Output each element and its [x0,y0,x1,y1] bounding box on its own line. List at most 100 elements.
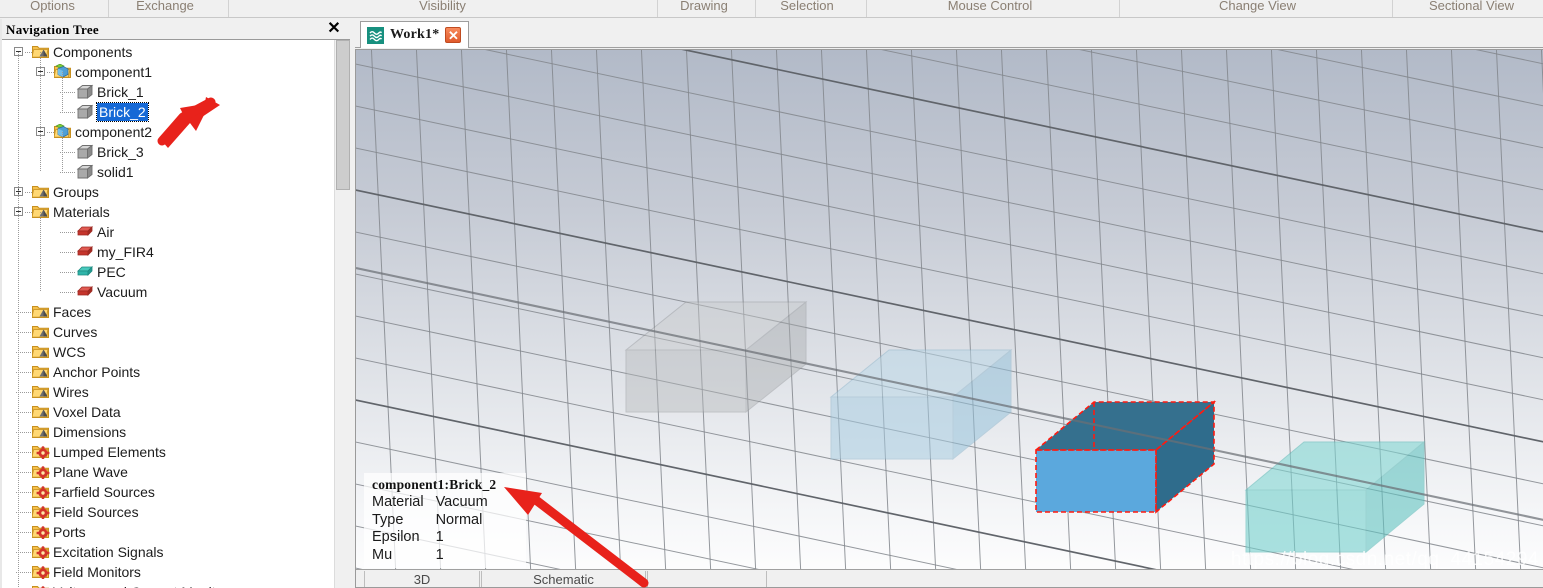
folder-gear-icon [32,504,50,520]
3d-scene [356,50,1543,587]
tree-item-excitation-signals[interactable]: Excitation Signals [0,542,350,562]
tab-work1[interactable]: Work1* ✕ [360,21,470,48]
ribbon-group-options[interactable]: Options [0,0,105,17]
view-tabstrip: 3D Schematic [356,569,1543,587]
tree-item-label: Groups [53,184,99,200]
tree-item-wires[interactable]: Wires [0,382,350,402]
tree-item-label: Air [97,224,115,240]
folder-gear-icon [32,524,50,540]
tree-item-pec[interactable]: PEC [0,262,350,282]
tree-item-faces[interactable]: Faces [0,302,350,322]
folder-gear-icon [32,484,50,500]
tree-item-label: Vacuum [97,284,148,300]
tree-item-field-sources[interactable]: Field Sources [0,502,350,522]
tree-item-plane-wave[interactable]: Plane Wave [0,462,350,482]
navigation-tree-scrollbar[interactable] [334,40,350,588]
tree-item-label: Materials [53,204,110,220]
document-area: Work1* ✕ component1:Brick_2 Material Vac… [355,19,1543,588]
tree-guide-component1 [62,72,63,112]
folder-shape-icon [32,424,49,440]
material-red-icon [76,284,93,300]
tree-connector [60,172,76,173]
folder-shape-icon [32,184,49,200]
tree-item-field-monitors[interactable]: Field Monitors [0,562,350,582]
tree-item-farfield-sources[interactable]: Farfield Sources [0,482,350,502]
tree-item-brick-1[interactable]: Brick_1 [0,82,350,102]
tree-item-materials[interactable]: Materials [0,202,350,222]
tree-item-anchor-points[interactable]: Anchor Points [0,362,350,382]
tree-item-air[interactable]: Air [0,222,350,242]
folder-shape-icon [32,384,49,400]
document-tabstrip: Work1* ✕ [355,19,1543,48]
tree-item-label: Brick_2 [96,102,149,122]
tree-item-label: Wires [53,384,89,400]
tree-item-wcs[interactable]: WCS [0,342,350,362]
tree-item-curves[interactable]: Curves [0,322,350,342]
view-tab-empty[interactable] [647,571,767,587]
tree-item-label: Excitation Signals [53,544,164,560]
ribbon-separator [657,0,658,17]
ribbon-group-sectional-view[interactable]: Sectional View [1400,0,1543,17]
ribbon-separator [228,0,229,17]
folder-gear-icon [32,564,50,580]
scrollbar-thumb[interactable] [336,40,350,190]
ribbon-group-selection[interactable]: Selection [757,0,857,17]
tree-item-label: my_FIR4 [97,244,154,260]
tree-connector [60,252,76,253]
tree-item-brick-3[interactable]: Brick_3 [0,142,350,162]
folder-shape-icon [32,324,49,340]
tree-item-label: Brick_1 [97,84,144,100]
material-red-icon [76,224,93,240]
ribbon-group-change-view[interactable]: Change View [1125,0,1390,17]
view-tab-schematic[interactable]: Schematic [481,571,646,587]
tree-item-label: Voltage and Current Monitors [53,583,235,588]
tree-item-dimensions[interactable]: Dimensions [0,422,350,442]
folder-shape-icon [32,364,49,380]
tree-connector [60,112,76,113]
tree-item-label: Voxel Data [53,404,121,420]
tree-item-lumped-elements[interactable]: Lumped Elements [0,442,350,462]
tree-guide-components [40,52,41,172]
tree-item-ports[interactable]: Ports [0,522,350,542]
tree-item-voxel-data[interactable]: Voxel Data [0,402,350,422]
ribbon-strip: Options Exchange Visibility Drawing Selectio… [0,0,1543,18]
3d-viewport[interactable]: component1:Brick_2 Material Vacuum Type Nor… [355,49,1543,588]
material-red-icon [76,244,93,260]
brick-icon [76,84,94,100]
ribbon-group-visibility[interactable]: Visibility [230,0,655,17]
ribbon-group-drawing[interactable]: Drawing [660,0,748,17]
material-teal-icon [76,264,93,280]
navigation-tree-titlebar: Navigation Tree ✕ [0,19,350,40]
ribbon-group-exchange[interactable]: Exchange [110,0,220,17]
tree-item-solid1[interactable]: solid1 [0,162,350,182]
view-tab-3d[interactable]: 3D [364,571,480,587]
tree-connector [60,232,76,233]
brick-icon [76,104,94,120]
folder-shape-icon [32,404,49,420]
ribbon-separator [755,0,756,17]
tree-item-label: Faces [53,304,92,320]
close-icon[interactable]: ✕ [326,20,342,38]
tree-item-component1[interactable]: component1 [0,62,350,82]
tree-item-label: component2 [75,124,153,140]
tree-item-vacuum[interactable]: Vacuum [0,282,350,302]
tree-item-label: component1 [75,64,153,80]
ribbon-separator [1392,0,1393,17]
folder-shape-icon [32,304,49,320]
tree-guide-component2 [62,132,63,172]
tree-item-label: PEC [97,264,126,280]
tree-item-label: Ports [53,524,86,540]
navigation-tree-body[interactable]: Components component1 Brick_1 Brick_2compon… [0,40,350,588]
close-icon[interactable]: ✕ [445,27,462,43]
tree-item-my-fir4[interactable]: my_FIR4 [0,242,350,262]
tree-item-components[interactable]: Components [0,42,350,62]
page-title: Navigation Tree [6,22,99,37]
tree-item-component2[interactable]: component2 [0,122,350,142]
tree-item-voltage-and-current-monitors[interactable]: Voltage and Current Monitors [0,582,350,588]
ribbon-group-mouse-control[interactable]: Mouse Control [870,0,1110,17]
tree-item-groups[interactable]: Groups [0,182,350,202]
tree-item-label: Brick_3 [97,144,144,160]
tree-connector [60,272,76,273]
tree-item-brick-2[interactable]: Brick_2 [0,102,350,122]
tree-item-label: Lumped Elements [53,444,166,460]
